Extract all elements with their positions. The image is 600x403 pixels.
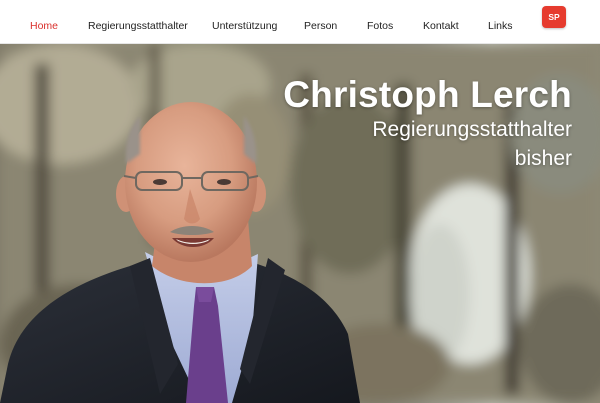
nav-item-links[interactable]: Links [488,20,513,32]
nav-item-kontakt[interactable]: Kontakt [423,20,459,32]
hero-status-text: bisher [514,147,572,170]
sp-logo[interactable]: SP [542,6,566,28]
hero-name-heading: Christoph Lerch [283,74,572,115]
hero-banner: Christoph Lerch Regierungsstatthalter bi… [0,44,600,403]
hero-role-text: Regierungsstatthalter [372,118,572,141]
nav-item-home[interactable]: Home [30,20,58,32]
nav-item-regierungsstatthalter[interactable]: Regierungsstatthalter [88,20,188,32]
nav-item-unterstuetzung[interactable]: Unterstützung [212,20,277,32]
top-navigation: Home Regierungsstatthalter Unterstützung… [0,0,600,44]
nav-item-person[interactable]: Person [304,20,337,32]
nav-item-fotos[interactable]: Fotos [367,20,393,32]
